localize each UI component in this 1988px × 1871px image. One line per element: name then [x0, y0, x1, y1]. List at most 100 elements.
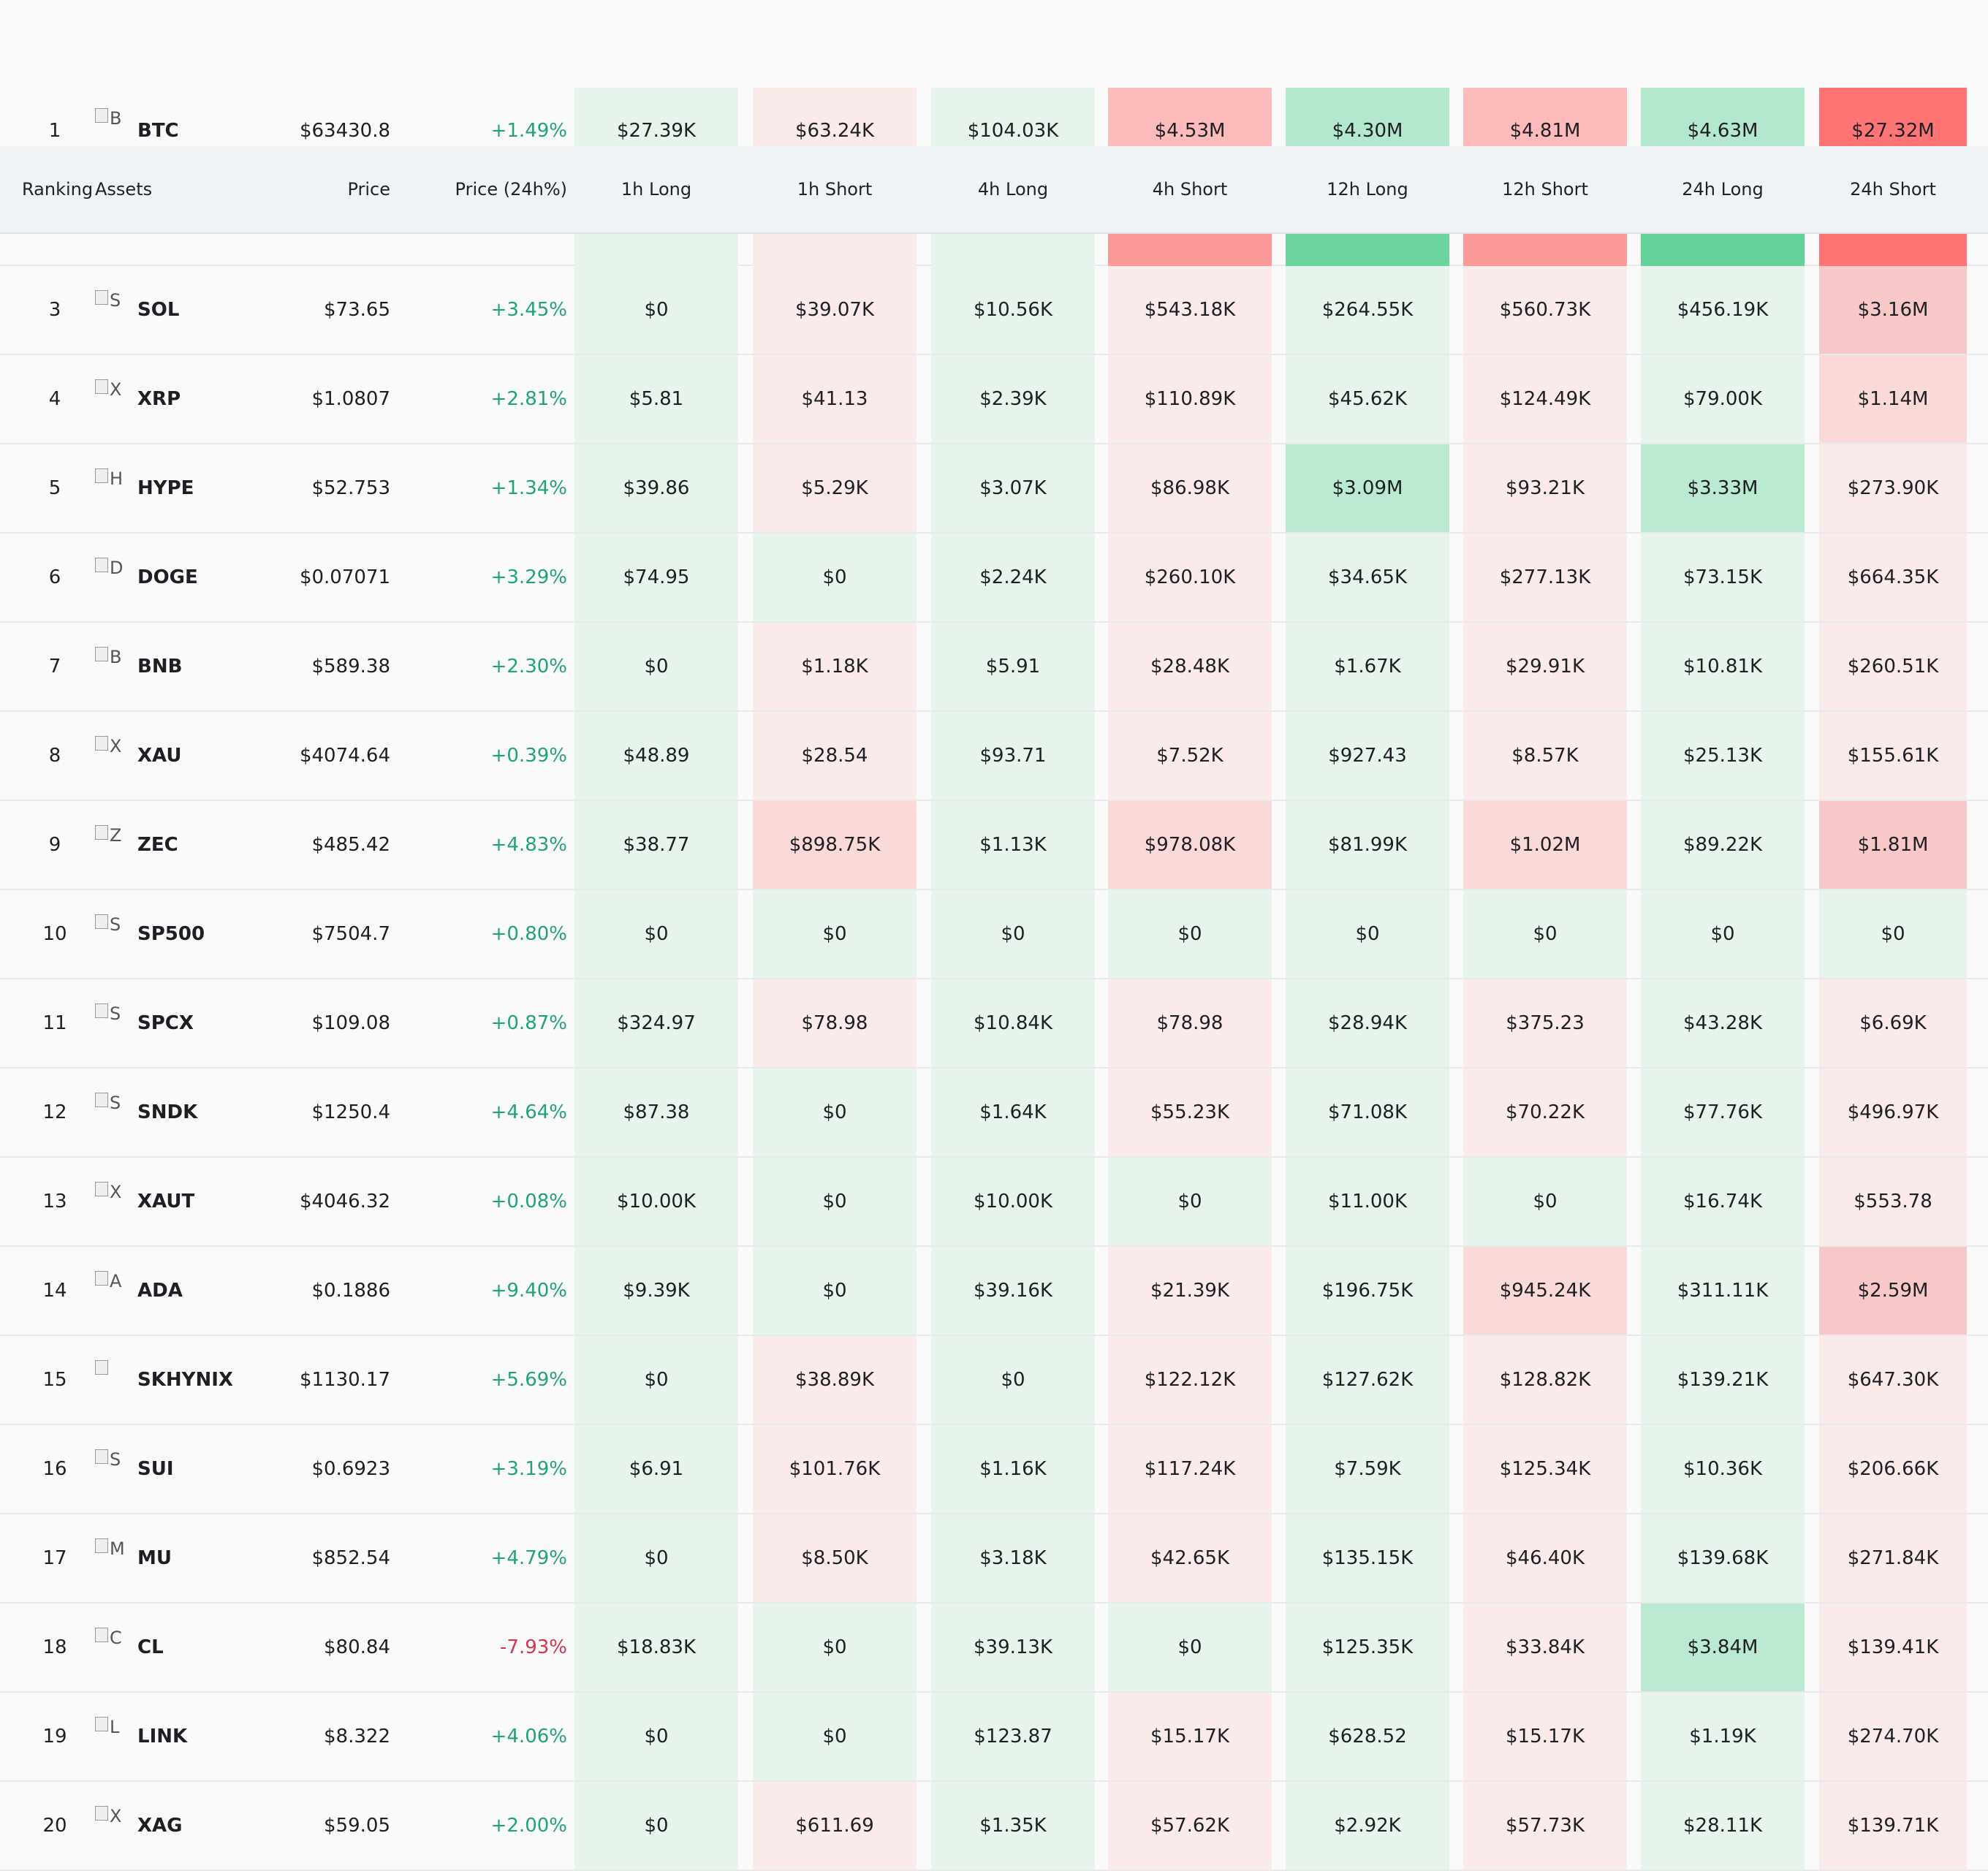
- asset-symbol[interactable]: MU: [137, 1547, 172, 1569]
- column-header[interactable]: 4h Long: [931, 146, 1095, 232]
- liquidation-value-cell: $124.49K: [1463, 355, 1627, 443]
- liquidation-value-cell: $1.81M: [1819, 801, 1967, 889]
- liquidation-bar: [1641, 234, 1805, 266]
- table-row[interactable]: 20 X XAG $59.05 +2.00% $0 $611.69 $1.35K $57.62K…: [0, 1782, 1988, 1871]
- broken-image-icon: [95, 468, 108, 483]
- asset-cell[interactable]: Z ZEC: [95, 801, 270, 889]
- asset-cell[interactable]: X XAG: [95, 1782, 270, 1870]
- asset-cell[interactable]: L LINK: [95, 1693, 270, 1780]
- table-row[interactable]: 3 S SOL $73.65 +3.45% $0 $39.07K $10.56K $543.18…: [0, 266, 1988, 355]
- column-header[interactable]: 1h Long: [574, 146, 738, 232]
- liquidation-value-cell: $2.24K: [931, 534, 1095, 621]
- asset-cell[interactable]: B BTC: [95, 88, 270, 146]
- column-header[interactable]: 24h Long: [1641, 146, 1805, 232]
- price-cell: $0.1886: [311, 1280, 390, 1302]
- table-row[interactable]: 11 S SPCX $109.08 +0.87% $324.97 $78.98 $10.84K…: [0, 979, 1988, 1069]
- asset-cell[interactable]: B BNB: [95, 623, 270, 710]
- asset-symbol[interactable]: SPCX: [137, 1012, 194, 1034]
- table-row[interactable]: 18 C CL $80.84 -7.93% $18.83K $0 $39.13K $0 $125.…: [0, 1604, 1988, 1693]
- table-row[interactable]: 16 S SUI $0.6923 +3.19% $6.91 $101.76K $1.16K $1…: [0, 1425, 1988, 1514]
- asset-symbol[interactable]: CL: [137, 1636, 164, 1658]
- broken-image-icon: [95, 1538, 108, 1553]
- asset-symbol[interactable]: HYPE: [137, 477, 194, 499]
- liquidation-value-cell: $264.55K: [1286, 266, 1449, 354]
- liquidation-value-cell: $0: [753, 1693, 917, 1780]
- table-row[interactable]: 17 M MU $852.54 +4.79% $0 $8.50K $3.18K $42.65K $…: [0, 1514, 1988, 1604]
- asset-cell[interactable]: X XAUT: [95, 1158, 270, 1245]
- table-row[interactable]: 12 S SNDK $1250.4 +4.64% $87.38 $0 $1.64K $55.23…: [0, 1069, 1988, 1158]
- table-row[interactable]: 19 L LINK $8.322 +4.06% $0 $0 $123.87 $15.17K $62…: [0, 1693, 1988, 1782]
- asset-cell[interactable]: S SNDK: [95, 1069, 270, 1156]
- table-row[interactable]: 1 B BTC $63430.8 +1.49% $27.39K $63.24K $104.03…: [0, 88, 1988, 146]
- asset-symbol[interactable]: ADA: [137, 1280, 183, 1302]
- liquidation-value-cell: $28.94K: [1286, 979, 1449, 1067]
- table-row[interactable]: 14 A ADA $0.1886 +9.40% $9.39K $0 $39.16K $21.39…: [0, 1247, 1988, 1336]
- liquidation-value-cell: $3.84M: [1641, 1604, 1805, 1691]
- asset-symbol[interactable]: XAUT: [137, 1191, 194, 1212]
- liquidation-value-cell: $46.40K: [1463, 1514, 1627, 1602]
- table-row[interactable]: 8 X XAU $4074.64 +0.39% $48.89 $28.54 $93.71 $7.…: [0, 712, 1988, 801]
- liquidation-value-cell: $0: [753, 1069, 917, 1156]
- table-row[interactable]: 13 X XAUT $4046.32 +0.08% $10.00K $0 $10.00K $0 $…: [0, 1158, 1988, 1247]
- ranking-header[interactable]: Ranking: [0, 146, 102, 232]
- asset-symbol[interactable]: SOL: [137, 299, 179, 321]
- asset-symbol[interactable]: XAU: [137, 745, 181, 767]
- asset-symbol[interactable]: DOGE: [137, 566, 198, 588]
- asset-symbol[interactable]: LINK: [137, 1726, 187, 1747]
- asset-logo-letter: X: [110, 1182, 122, 1202]
- price-change-cell: +2.30%: [490, 656, 567, 678]
- price-change-cell: +4.83%: [490, 834, 567, 856]
- column-header[interactable]: 24h Short: [1819, 146, 1967, 232]
- table-row[interactable]: 5 H HYPE $52.753 +1.34% $39.86 $5.29K $3.07K $86…: [0, 444, 1988, 534]
- liquidation-value-cell: $4.63M: [1641, 88, 1805, 146]
- rank-cell: 10: [42, 923, 67, 945]
- asset-cell[interactable]: X XRP: [95, 355, 270, 443]
- price-change-cell: +2.00%: [490, 1815, 567, 1837]
- liquidation-value-cell: $0: [1641, 890, 1805, 978]
- liquidation-value-cell: $71.08K: [1286, 1069, 1449, 1156]
- column-header[interactable]: 12h Long: [1286, 146, 1449, 232]
- table-row[interactable]: 4 X XRP $1.0807 +2.81% $5.81 $41.13 $2.39K $110.…: [0, 355, 1988, 444]
- asset-symbol[interactable]: XAG: [137, 1815, 183, 1837]
- price-change-cell: +0.87%: [490, 1012, 567, 1034]
- asset-symbol[interactable]: XRP: [137, 388, 181, 410]
- asset-symbol[interactable]: SNDK: [137, 1101, 197, 1123]
- table-row[interactable]: 10 S SP500 $7504.7 +0.80% $0 $0 $0 $0 $0 $0 $0 $0: [0, 890, 1988, 979]
- broken-image-icon: [95, 1271, 108, 1286]
- assets-header[interactable]: Assets: [95, 146, 270, 232]
- asset-cell[interactable]: S SP500: [95, 890, 270, 978]
- broken-image-icon: [95, 914, 108, 929]
- asset-cell[interactable]: C CL: [95, 1604, 270, 1691]
- asset-symbol[interactable]: BNB: [137, 656, 182, 678]
- asset-cell[interactable]: SKHYNIX: [95, 1336, 270, 1424]
- column-header[interactable]: 4h Short: [1108, 146, 1272, 232]
- asset-symbol[interactable]: ZEC: [137, 834, 178, 856]
- liquidation-value-cell: $39.86: [574, 444, 738, 532]
- asset-cell[interactable]: A ADA: [95, 1247, 270, 1335]
- liquidation-value-cell: $375.23: [1463, 979, 1627, 1067]
- asset-symbol[interactable]: SKHYNIX: [137, 1369, 233, 1391]
- table-row[interactable]: 9 Z ZEC $485.42 +4.83% $38.77 $898.75K $1.13K $9…: [0, 801, 1988, 890]
- asset-symbol[interactable]: SP500: [137, 923, 205, 945]
- asset-symbol[interactable]: SUI: [137, 1458, 174, 1480]
- asset-cell[interactable]: S SOL: [95, 266, 270, 354]
- table-row[interactable]: 7 B BNB $589.38 +2.30% $0 $1.18K $5.91 $28.48K $1…: [0, 623, 1988, 712]
- asset-cell[interactable]: H HYPE: [95, 444, 270, 532]
- asset-cell[interactable]: S SUI: [95, 1425, 270, 1513]
- liquidation-value-cell: $55.23K: [1108, 1069, 1272, 1156]
- liquidation-value-cell: $6.91: [574, 1425, 738, 1513]
- price-cell: $8.322: [324, 1726, 390, 1747]
- asset-cell[interactable]: S SPCX: [95, 979, 270, 1067]
- asset-cell[interactable]: D DOGE: [95, 534, 270, 621]
- table-row[interactable]: 6 D DOGE $0.07071 +3.29% $74.95 $0 $2.24K $260.1…: [0, 534, 1988, 623]
- price-header[interactable]: Price: [263, 146, 390, 232]
- column-header[interactable]: 1h Short: [753, 146, 917, 232]
- asset-cell[interactable]: X XAU: [95, 712, 270, 800]
- asset-logo-letter: X: [110, 379, 122, 400]
- column-header[interactable]: 12h Short: [1463, 146, 1627, 232]
- asset-cell[interactable]: M MU: [95, 1514, 270, 1602]
- table-row[interactable]: 15 SKHYNIX $1130.17 +5.69% $0 $38.89K $0 $122.1…: [0, 1336, 1988, 1425]
- asset-symbol[interactable]: BTC: [137, 120, 179, 142]
- liquidation-value-cell: $3.33M: [1641, 444, 1805, 532]
- price-change-header[interactable]: Price (24h%): [409, 146, 567, 232]
